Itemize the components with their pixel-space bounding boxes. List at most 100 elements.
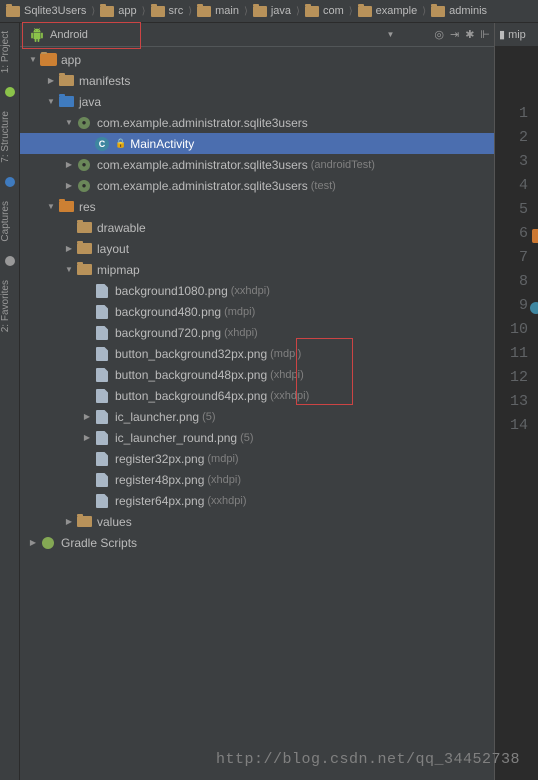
expand-arrow-icon[interactable] — [44, 202, 58, 211]
expand-arrow-icon[interactable] — [62, 181, 76, 190]
line-number[interactable]: 5 — [495, 201, 538, 225]
tool-tab[interactable]: 1: Project — [0, 23, 11, 81]
tree-item[interactable]: ic_launcher_round.png(5) — [20, 427, 494, 448]
tree-item[interactable]: app — [20, 49, 494, 70]
editor-tab[interactable]: ▮ mip — [495, 23, 538, 47]
expand-arrow-icon[interactable] — [62, 265, 76, 274]
tree-item-label: res — [79, 200, 96, 214]
package-icon: ● — [78, 117, 90, 129]
tool-tab[interactable]: 7: Structure — [0, 103, 11, 171]
tree-item[interactable]: values — [20, 511, 494, 532]
breadcrumb-item[interactable]: com — [301, 5, 348, 17]
image-file-icon — [96, 431, 108, 445]
tree-item-label: layout — [97, 242, 129, 256]
expand-arrow-icon[interactable] — [62, 517, 76, 526]
line-number[interactable]: 8 — [495, 273, 538, 297]
breadcrumb-item[interactable]: example — [354, 5, 422, 17]
image-file-icon — [96, 347, 108, 361]
expand-arrow-icon[interactable] — [44, 76, 58, 85]
expand-arrow-icon[interactable] — [80, 412, 94, 421]
tree-item-label: mipmap — [97, 263, 140, 277]
tree-item[interactable]: C🔒MainActivity — [20, 133, 494, 154]
tool-window-bar: 1: Project 7: Structure Captures 2: Favorit… — [0, 23, 20, 780]
tree-item-label: ic_launcher_round.png — [115, 431, 237, 445]
tree-item-label: MainActivity — [130, 137, 194, 151]
folder-icon — [77, 222, 92, 233]
tree-item[interactable]: manifests — [20, 70, 494, 91]
image-file-icon — [96, 368, 108, 382]
tool-tab[interactable]: Captures — [0, 193, 11, 250]
expand-arrow-icon[interactable] — [44, 97, 58, 106]
line-number[interactable]: 11 — [495, 345, 538, 369]
tree-item[interactable]: button_background64px.png(xxhdpi) — [20, 385, 494, 406]
source-folder-icon — [59, 96, 74, 107]
tree-item[interactable]: ●com.example.administrator.sqlite3users(… — [20, 175, 494, 196]
tree-item[interactable]: Gradle Scripts — [20, 532, 494, 553]
watermark: http://blog.csdn.net/qq_34452738 — [216, 751, 520, 768]
tree-item[interactable]: ●com.example.administrator.sqlite3users(… — [20, 154, 494, 175]
line-number[interactable]: 9 — [495, 297, 538, 321]
tree-item[interactable]: background720.png(xhdpi) — [20, 322, 494, 343]
breadcrumb-item[interactable]: java — [249, 5, 295, 17]
breadcrumb-item[interactable]: app — [96, 5, 140, 17]
breadcrumb-item[interactable]: Sqlite3Users — [2, 5, 90, 17]
image-file-icon — [96, 326, 108, 340]
line-number[interactable]: 12 — [495, 369, 538, 393]
line-number[interactable]: 2 — [495, 129, 538, 153]
folder-icon — [431, 6, 445, 17]
project-tree[interactable]: appmanifestsjava●com.example.administrat… — [20, 47, 494, 780]
breadcrumb-item[interactable]: main — [193, 5, 243, 17]
line-number[interactable]: 14 — [495, 417, 538, 441]
tree-item[interactable]: mipmap — [20, 259, 494, 280]
tree-item[interactable]: register48px.png(xhdpi) — [20, 469, 494, 490]
line-number[interactable]: 3 — [495, 153, 538, 177]
tree-item-qualifier: (5) — [240, 432, 253, 444]
project-view-header: Android ▼ ◎ ⇥ ✱ ⊩ — [20, 23, 494, 47]
tree-item[interactable]: java — [20, 91, 494, 112]
line-number[interactable]: 7 — [495, 249, 538, 273]
tree-item-label: register32px.png — [115, 452, 204, 466]
line-number[interactable]: 10 — [495, 321, 538, 345]
line-number[interactable]: 6 — [495, 225, 538, 249]
tree-item[interactable]: button_background32px.png(mdpi) — [20, 343, 494, 364]
tree-item[interactable]: button_background48px.png(xhdpi) — [20, 364, 494, 385]
expand-arrow-icon[interactable] — [80, 433, 94, 442]
tree-item-label: register64px.png — [115, 494, 204, 508]
image-file-icon — [96, 410, 108, 424]
package-icon: ● — [78, 159, 90, 171]
target-icon[interactable]: ◎ — [434, 28, 444, 41]
tree-item[interactable]: register64px.png(xxhdpi) — [20, 490, 494, 511]
line-number[interactable]: 13 — [495, 393, 538, 417]
tree-item[interactable]: res — [20, 196, 494, 217]
breadcrumb-item[interactable]: adminis — [427, 5, 491, 17]
tree-item[interactable]: background480.png(mdpi) — [20, 301, 494, 322]
expand-arrow-icon[interactable] — [26, 538, 40, 547]
tree-item-label: drawable — [97, 221, 146, 235]
gear-icon[interactable]: ✱ — [465, 28, 474, 41]
editor-area: ▮ mip 1234567891011121314 — [494, 23, 538, 780]
tool-tab[interactable]: 2: Favorites — [0, 272, 11, 340]
folder-icon — [253, 6, 267, 17]
hide-icon[interactable]: ⊩ — [480, 28, 490, 41]
expand-arrow-icon[interactable] — [62, 118, 76, 127]
breadcrumb-item[interactable]: src — [147, 5, 188, 17]
tree-item[interactable]: layout — [20, 238, 494, 259]
line-number[interactable]: 1 — [495, 105, 538, 129]
folder-icon — [59, 75, 74, 86]
line-number[interactable]: 4 — [495, 177, 538, 201]
project-view-label[interactable]: Android — [50, 29, 386, 41]
tree-item[interactable]: register32px.png(mdpi) — [20, 448, 494, 469]
folder-icon — [305, 6, 319, 17]
tree-item[interactable]: background1080.png(xxhdpi) — [20, 280, 494, 301]
tree-item[interactable]: drawable — [20, 217, 494, 238]
chevron-down-icon[interactable]: ▼ — [386, 30, 394, 39]
expand-arrow-icon[interactable] — [62, 244, 76, 253]
file-icon: ▮ — [499, 28, 505, 41]
tree-item[interactable]: ●com.example.administrator.sqlite3users — [20, 112, 494, 133]
expand-arrow-icon[interactable] — [26, 55, 40, 64]
tree-item[interactable]: ic_launcher.png(5) — [20, 406, 494, 427]
collapse-icon[interactable]: ⇥ — [450, 28, 459, 41]
expand-arrow-icon[interactable] — [62, 160, 76, 169]
folder-icon — [358, 6, 372, 17]
package-icon: ● — [78, 180, 90, 192]
